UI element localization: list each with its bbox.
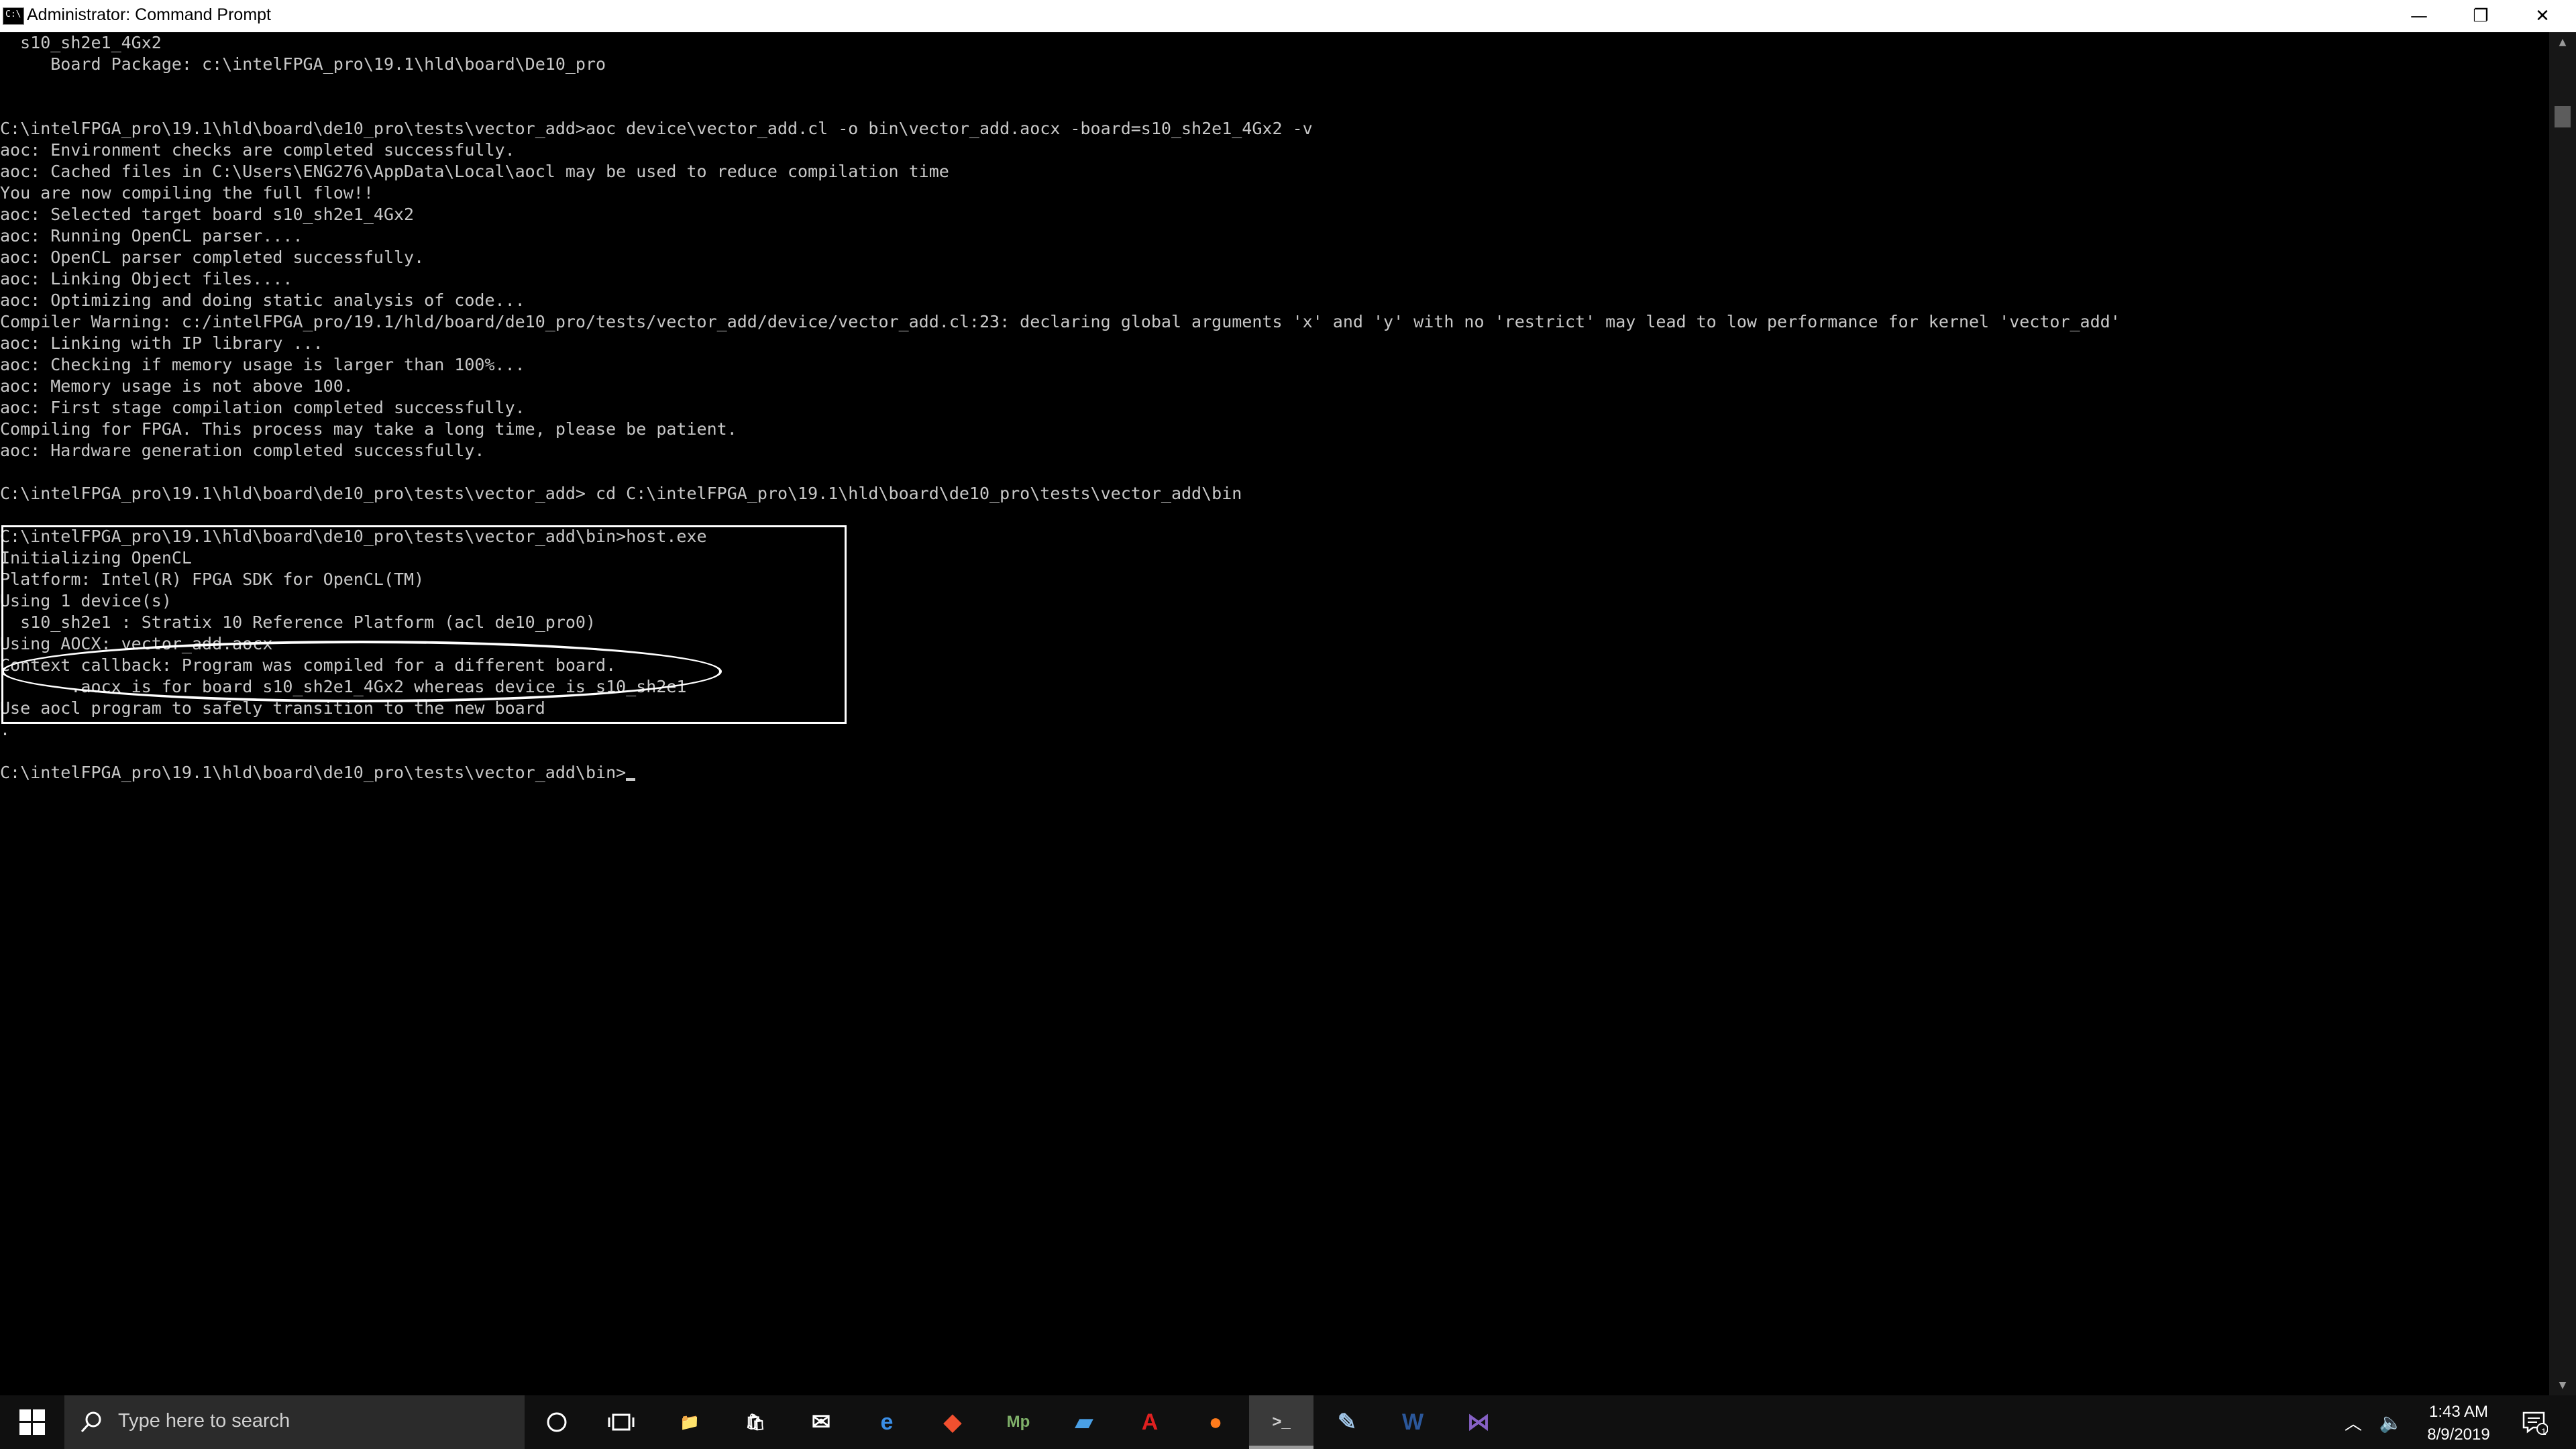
file-explorer-icon: 📁 <box>680 1413 700 1432</box>
volume-button[interactable]: 🔈 <box>2372 1395 2410 1449</box>
task-view-button[interactable] <box>589 1395 653 1449</box>
taskbar: Type here to search 📁 🛍 ✉ e ◆ Mp ▰ A ● >_ ✎ W ⋈ ︿ 🔈 … <box>0 1395 2576 1449</box>
console-line: . <box>0 720 11 739</box>
taskbar-app-firefox[interactable]: ● <box>1183 1395 1248 1449</box>
taskbar-app-mail[interactable]: ✉ <box>789 1395 853 1449</box>
title-bar[interactable]: Administrator: Command Prompt — ❐ ✕ <box>0 0 2576 32</box>
cortana-button[interactable] <box>525 1395 589 1449</box>
console-line: aoc: First stage compilation completed s… <box>0 398 525 417</box>
taskbar-app-file-explorer[interactable]: 📁 <box>657 1395 722 1449</box>
firefox-icon: ● <box>1208 1409 1223 1435</box>
restore-icon: ❐ <box>2473 6 2489 26</box>
windows-logo-icon <box>19 1409 45 1435</box>
console-line: Using 1 device(s) <box>0 591 172 610</box>
clock-time: 1:43 AM <box>2428 1403 2489 1421</box>
console-line: Initializing OpenCL <box>0 548 192 568</box>
console-line: Using AOCX: vector_add.aocx <box>0 634 273 653</box>
action-center-button[interactable]: 1 <box>2508 1395 2561 1449</box>
console-line: aoc: Selected target board s10_sh2e1_4Gx… <box>0 205 415 224</box>
microsoft-store-icon: 🛍 <box>745 1413 766 1432</box>
taskbar-app-acrobat[interactable]: A <box>1118 1395 1182 1449</box>
taskbar-app-mp-lab[interactable]: Mp <box>986 1395 1051 1449</box>
taskbar-app-edge[interactable]: e <box>855 1395 919 1449</box>
scroll-down-icon[interactable]: ▼ <box>2549 1375 2576 1395</box>
console-line: aoc: Checking if memory usage is larger … <box>0 355 525 374</box>
speaker-icon: 🔈 <box>2379 1411 2403 1434</box>
mail-icon: ✉ <box>811 1409 831 1435</box>
taskbar-app-word[interactable]: W <box>1381 1395 1445 1449</box>
remote-desktop-icon: ▰ <box>1075 1409 1093 1435</box>
search-box[interactable]: Type here to search <box>64 1395 525 1449</box>
console-line: s10_sh2e1 : Stratix 10 Reference Platfor… <box>0 612 596 632</box>
scroll-thumb[interactable] <box>2555 106 2571 127</box>
taskbar-app-command-prompt[interactable]: >_ <box>1249 1395 1313 1449</box>
console-line: aoc: Cached files in C:\Users\ENG276\App… <box>0 162 949 181</box>
console-line: aoc: Linking with IP library ... <box>0 333 323 353</box>
clock-date: 8/9/2019 <box>2427 1426 2490 1444</box>
taskbar-app-visual-studio[interactable]: ⋈ <box>1446 1395 1511 1449</box>
console-line: .aocx is for board s10_sh2e1_4Gx2 wherea… <box>0 677 687 696</box>
vertical-scrollbar[interactable]: ▲ ▼ <box>2549 32 2576 1395</box>
console-line: Board Package: c:\intelFPGA_pro\19.1\hld… <box>0 54 606 74</box>
word-icon: W <box>1401 1409 1424 1435</box>
console-line: Context callback: Program was compiled f… <box>0 655 616 675</box>
minimize-icon: — <box>2410 6 2428 26</box>
search-icon <box>80 1411 101 1433</box>
console-line: Platform: Intel(R) FPGA SDK for OpenCL(T… <box>0 570 425 589</box>
restore-button[interactable]: ❐ <box>2450 0 2512 32</box>
console-line: aoc: OpenCL parser completed successfull… <box>0 248 425 267</box>
window-title: Administrator: Command Prompt <box>27 5 272 24</box>
search-placeholder: Type here to search <box>118 1410 290 1432</box>
close-icon: ✕ <box>2535 6 2550 26</box>
taskbar-app-remote-desktop[interactable]: ▰ <box>1052 1395 1116 1449</box>
console-output[interactable]: s10_sh2e1_4Gx2 Board Package: c:\intelFP… <box>0 32 2549 1395</box>
console-line: C:\intelFPGA_pro\19.1\hld\board\de10_pro… <box>0 527 707 546</box>
task-view-icon <box>608 1413 635 1431</box>
console-line: aoc: Optimizing and doing static analysi… <box>0 290 525 310</box>
close-button[interactable]: ✕ <box>2512 0 2573 32</box>
text-cursor <box>626 778 636 781</box>
console-line: You are now compiling the full flow!! <box>0 183 374 203</box>
clock[interactable]: 1:43 AM 8/9/2019 <box>2408 1401 2509 1446</box>
ide-icon: ✎ <box>1337 1409 1357 1435</box>
console-line: Compiler Warning: c:/intelFPGA_pro/19.1/… <box>0 312 2121 331</box>
console-line: C:\intelFPGA_pro\19.1\hld\board\de10_pro… <box>0 484 1242 503</box>
notification-count: 1 <box>2541 1426 2546 1437</box>
console-line: aoc: Linking Object files.... <box>0 269 293 288</box>
scroll-up-icon[interactable]: ▲ <box>2549 32 2576 52</box>
console-line: aoc: Hardware generation completed succe… <box>0 441 485 460</box>
console-line: C:\intelFPGA_pro\19.1\hld\board\de10_pro… <box>0 119 1313 138</box>
console-line: aoc: Running OpenCL parser.... <box>0 226 303 246</box>
command-prompt-icon <box>3 7 24 25</box>
show-hidden-icons-button[interactable]: ︿ <box>2334 1395 2372 1449</box>
console-line: C:\intelFPGA_pro\19.1\hld\board\de10_pro… <box>0 762 2121 784</box>
mp-lab-icon: Mp <box>1006 1413 1030 1431</box>
console-line: Use aocl program to safely transition to… <box>0 698 545 718</box>
command-prompt-icon: >_ <box>1272 1413 1291 1431</box>
visual-studio-icon: ⋈ <box>1467 1409 1490 1435</box>
console-line: aoc: Environment checks are completed su… <box>0 140 515 160</box>
console-line: s10_sh2e1_4Gx2 <box>0 33 162 52</box>
chevron-up-icon: ︿ <box>2344 1413 2362 1434</box>
git-icon: ◆ <box>943 1409 962 1435</box>
taskbar-app-ide[interactable]: ✎ <box>1315 1395 1379 1449</box>
taskbar-app-microsoft-store[interactable]: 🛍 <box>723 1395 788 1449</box>
console-line: aoc: Memory usage is not above 100. <box>0 376 354 396</box>
taskbar-app-git[interactable]: ◆ <box>920 1395 985 1449</box>
cortana-icon <box>547 1412 567 1432</box>
minimize-button[interactable]: — <box>2388 0 2450 32</box>
start-button[interactable] <box>0 1395 64 1449</box>
acrobat-icon: A <box>1141 1409 1159 1435</box>
edge-icon: e <box>880 1409 894 1435</box>
console-line: Compiling for FPGA. This process may tak… <box>0 419 737 439</box>
console-lines: s10_sh2e1_4Gx2 Board Package: c:\intelFP… <box>0 32 2121 784</box>
